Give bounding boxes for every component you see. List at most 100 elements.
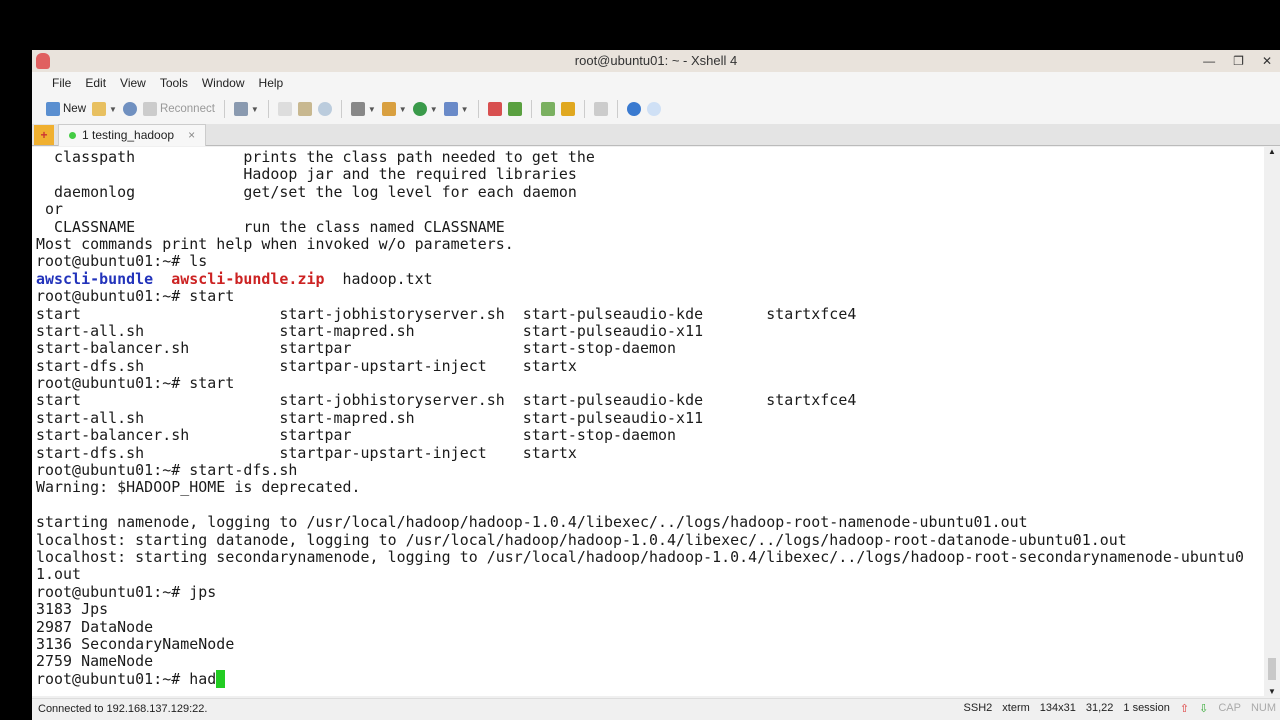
menu-tools[interactable]: Tools: [160, 76, 188, 90]
reconnect-icon: [142, 102, 157, 116]
help-icon: [626, 102, 641, 116]
terminal-line: Most commands print help when invoked w/…: [36, 235, 1264, 253]
scroll-down-icon[interactable]: ▼: [1268, 687, 1276, 696]
font-button[interactable]: ▼: [443, 102, 469, 116]
copy-icon: [277, 102, 292, 116]
link-icon: [122, 102, 137, 116]
terminal-line: awscli-bundle awscli-bundle.zip hadoop.t…: [36, 269, 1264, 288]
print-button[interactable]: ▼: [350, 102, 376, 116]
terminal-line: start start-jobhistoryserver.sh start-pu…: [36, 304, 1264, 323]
menu-file[interactable]: File: [52, 76, 71, 90]
keyboard-icon: [593, 102, 608, 116]
terminal-text: 1.out: [36, 565, 82, 584]
lock-icon: [560, 102, 575, 116]
terminal-text: root@ubuntu01:~# start-dfs.sh: [36, 461, 298, 480]
help-button[interactable]: [626, 102, 641, 116]
terminal-line: starting namenode, logging to /usr/local…: [36, 514, 1264, 531]
terminal-text: root@ubuntu01:~# ls: [36, 252, 208, 271]
terminal-text: start-balancer.sh startpar start-stop-da…: [36, 339, 677, 358]
chat-button[interactable]: [646, 102, 661, 116]
terminal-text: starting namenode, logging to /usr/local…: [36, 513, 1028, 532]
terminal-line: 2987 DataNode: [36, 617, 1264, 636]
keyboard-button[interactable]: [593, 102, 608, 116]
toolbar: New ▼ Reconnect ▼ ▼ ▼ ▼ ▼: [32, 94, 1280, 124]
menu-help[interactable]: Help: [259, 76, 284, 90]
terminal-output[interactable]: classpath prints the class path needed t…: [32, 147, 1264, 696]
terminal-line: 3183 Jps: [36, 600, 1264, 618]
xftp-icon: [507, 102, 522, 116]
tab-bar: + 1 testing_hadoop ×: [32, 123, 1280, 146]
open-button[interactable]: ▼: [92, 102, 117, 116]
terminal-size: 134x31: [1039, 702, 1076, 714]
scrollbar-thumb[interactable]: [1268, 658, 1276, 680]
terminal-line: start-all.sh start-mapred.sh start-pulse…: [36, 322, 1264, 340]
properties-icon: [233, 102, 248, 116]
terminal-scrollbar[interactable]: ▲ ▼: [1264, 147, 1280, 696]
tab-close-icon[interactable]: ×: [188, 128, 195, 142]
transfer-button[interactable]: ▼: [381, 102, 407, 116]
menu-bar: File Edit View Tools Window Help: [32, 72, 1280, 94]
layout-button[interactable]: [540, 102, 555, 116]
terminal-text: localhost: starting secondarynamenode, l…: [36, 547, 1244, 566]
xftp-button[interactable]: [507, 102, 522, 116]
terminal-text: 3136 SecondaryNameNode: [36, 634, 235, 653]
terminal-text: 2759 NameNode: [36, 652, 154, 671]
session-count: 1 session: [1123, 702, 1170, 714]
reconnect-button[interactable]: Reconnect: [142, 102, 215, 116]
terminal-text: start-all.sh start-mapred.sh start-pulse…: [36, 408, 704, 427]
properties-button[interactable]: ▼: [233, 102, 259, 116]
xshell-window: root@ubuntu01: ~ - Xshell 4 — ❐ ✕ File E…: [32, 50, 1280, 720]
search-icon: [317, 102, 332, 116]
terminal-line: localhost: starting secondarynamenode, l…: [36, 547, 1264, 566]
xshell-icon: [487, 102, 502, 116]
new-session-icon: [46, 102, 60, 116]
terminal-cursor: [216, 669, 226, 688]
caps-lock-indicator: CAP: [1218, 702, 1241, 714]
lock-button[interactable]: [560, 102, 575, 116]
window-title: root@ubuntu01: ~ - Xshell 4: [574, 53, 738, 68]
globe-button[interactable]: ▼: [412, 102, 438, 116]
new-button[interactable]: New: [46, 102, 86, 116]
terminal-text: hadoop.txt: [324, 269, 433, 288]
terminal-text: Hadoop jar and the required libraries: [36, 165, 577, 184]
terminal-text: root@ubuntu01:~# start: [36, 374, 235, 393]
connect-button[interactable]: [122, 102, 137, 116]
new-tab-button[interactable]: +: [34, 124, 54, 145]
menu-view[interactable]: View: [120, 76, 146, 90]
copy-button[interactable]: [277, 102, 292, 116]
terminal-line: classpath prints the class path needed t…: [36, 148, 1264, 166]
terminal-text: start-dfs.sh startpar-upstart-inject sta…: [36, 443, 577, 462]
upload-icon: ⇧: [1179, 703, 1190, 715]
terminal-line: start start-jobhistoryserver.sh start-pu…: [36, 392, 1264, 409]
terminal-type: xterm: [1002, 702, 1030, 714]
tab-testing-hadoop[interactable]: 1 testing_hadoop ×: [58, 123, 207, 146]
menu-window[interactable]: Window: [202, 76, 245, 90]
find-button[interactable]: [317, 102, 332, 116]
restore-button[interactable]: ❐: [1233, 50, 1244, 72]
connection-status: Connected to 192.168.137.129:22.: [38, 702, 208, 715]
paste-button[interactable]: [297, 102, 312, 116]
terminal-line: start-balancer.sh startpar start-stop-da…: [36, 427, 1264, 444]
grid-icon: [540, 102, 555, 116]
num-lock-indicator: NUM: [1250, 702, 1276, 714]
xshell-button[interactable]: [487, 102, 502, 116]
terminal-text: 2987 DataNode: [36, 617, 154, 636]
terminal-text: start start-jobhistoryserver.sh start-pu…: [36, 304, 857, 323]
minimize-button[interactable]: —: [1203, 50, 1215, 72]
title-bar: root@ubuntu01: ~ - Xshell 4 — ❐ ✕: [32, 50, 1280, 72]
terminal-line: root@ubuntu01:~# jps: [36, 583, 1264, 601]
terminal-text: CLASSNAME run the class named CLASSNAME: [36, 217, 505, 236]
cursor-position: 31,22: [1085, 702, 1114, 714]
terminal-line: start-dfs.sh startpar-upstart-inject sta…: [36, 443, 1264, 462]
terminal-text: root@ubuntu01:~# had: [36, 669, 217, 688]
terminal-text: start start-jobhistoryserver.sh start-pu…: [36, 391, 857, 410]
close-button[interactable]: ✕: [1262, 50, 1272, 72]
terminal-text: or: [36, 200, 64, 219]
scroll-up-icon[interactable]: ▲: [1268, 147, 1276, 156]
terminal-text: Warning: $HADOOP_HOME is deprecated.: [36, 478, 361, 497]
terminal-text: awscli-bundle.zip: [171, 269, 325, 288]
menu-edit[interactable]: Edit: [85, 76, 106, 90]
font-icon: [443, 102, 458, 116]
